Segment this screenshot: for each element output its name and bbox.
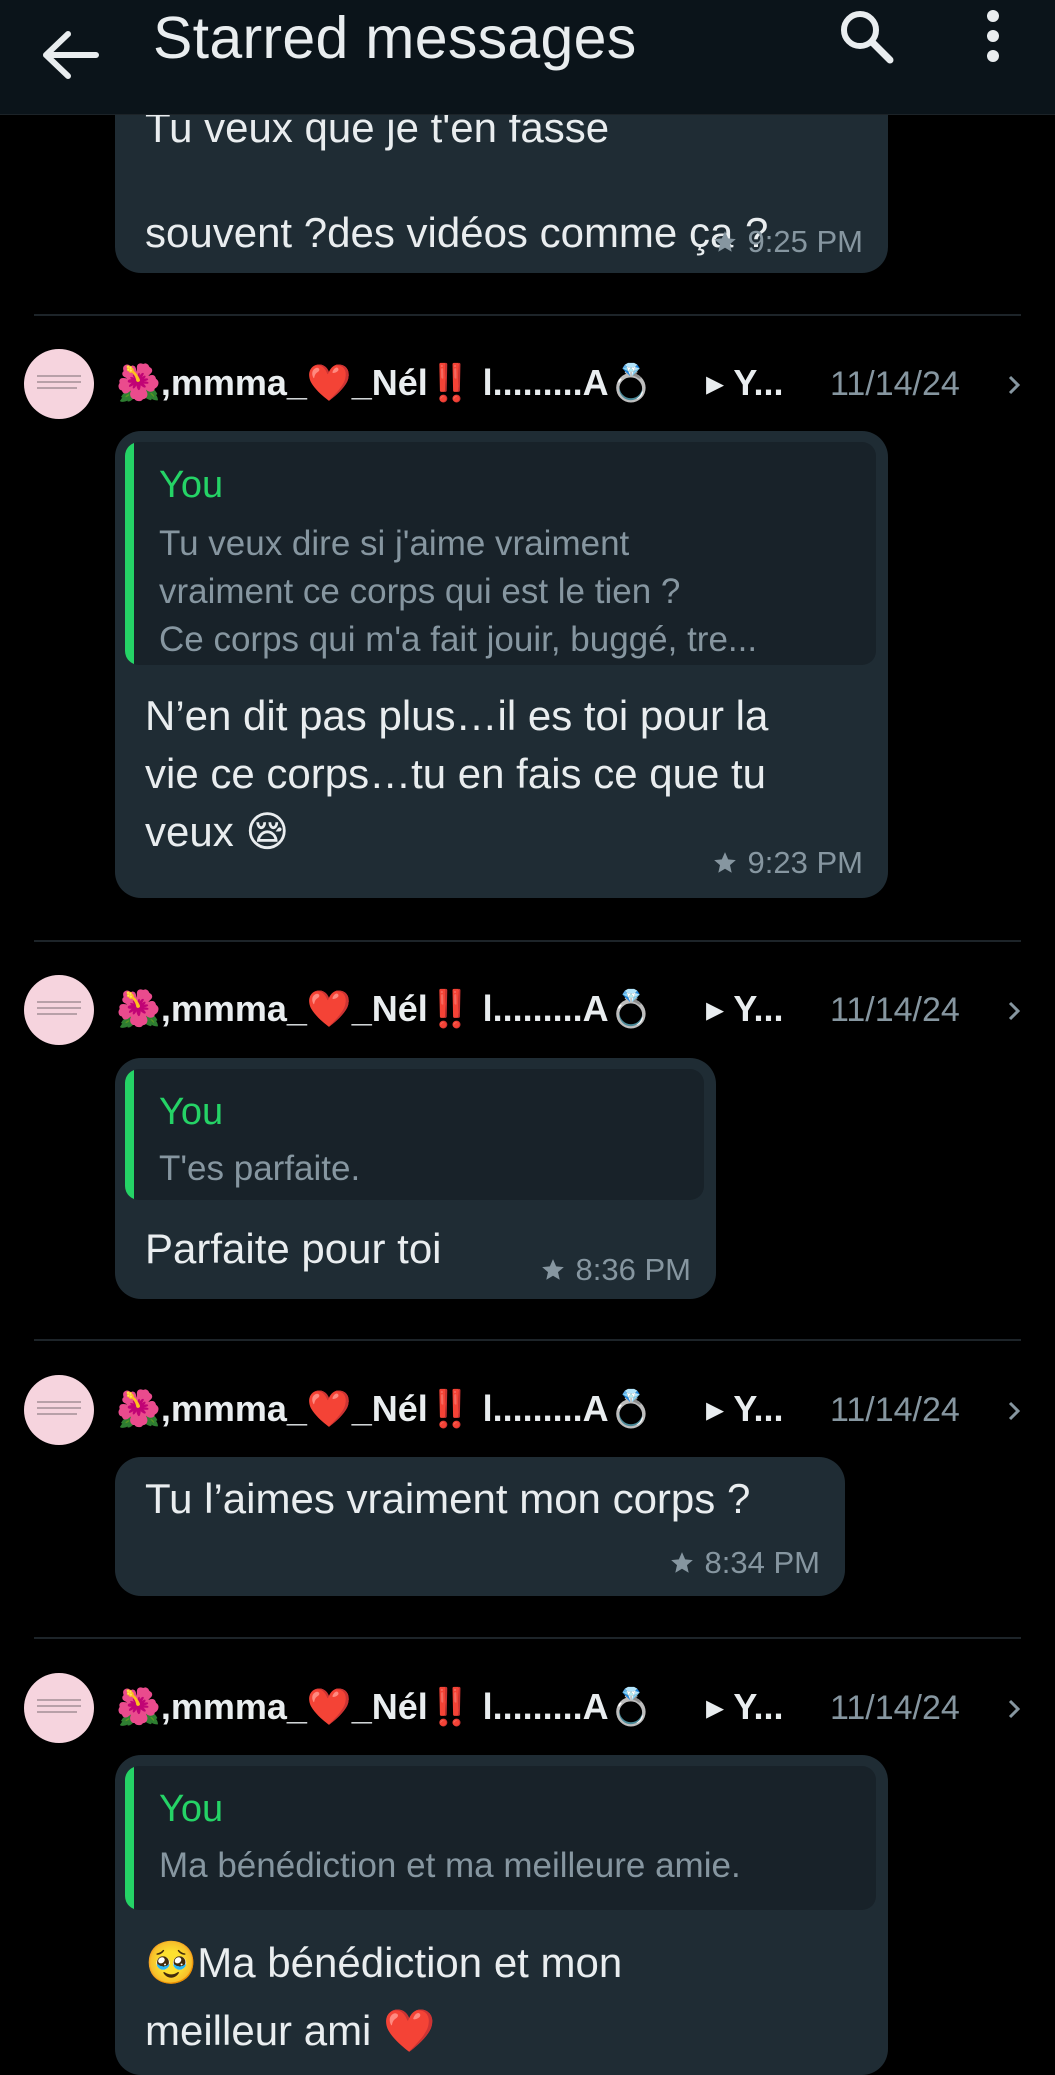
chevron-right-icon[interactable] bbox=[1004, 1694, 1026, 1724]
arrow-back-icon[interactable] bbox=[42, 30, 102, 80]
message-meta: 9:23 PM bbox=[712, 845, 863, 881]
recipient-name: ▸ Y... bbox=[706, 362, 784, 403]
message-meta: 9:25 PM bbox=[712, 224, 863, 260]
avatar[interactable] bbox=[24, 349, 94, 419]
divider bbox=[34, 1339, 1021, 1341]
quoted-message[interactable]: You Tu veux dire si j'aime vraiment vrai… bbox=[125, 442, 876, 665]
divider bbox=[34, 940, 1021, 942]
page-title: Starred messages bbox=[153, 5, 637, 71]
message-date: 11/14/24 bbox=[830, 365, 960, 403]
quote-author: You bbox=[159, 1091, 224, 1133]
recipient-name: ▸ Y... bbox=[706, 1686, 784, 1727]
quote-text: Tu veux dire si j'aime vraiment vraiment… bbox=[159, 524, 758, 659]
message-meta: 8:36 PM bbox=[540, 1252, 691, 1288]
message-time: 8:36 PM bbox=[575, 1252, 691, 1287]
chevron-right-icon[interactable] bbox=[1004, 1396, 1026, 1426]
quoted-message[interactable]: You T'es parfaite. bbox=[125, 1069, 704, 1200]
star-icon bbox=[713, 852, 736, 873]
message-date: 11/14/24 bbox=[830, 991, 960, 1029]
avatar[interactable] bbox=[24, 1375, 94, 1445]
message-time: 8:34 PM bbox=[704, 1545, 820, 1580]
message-time: 9:25 PM bbox=[747, 224, 863, 259]
message-time: 9:23 PM bbox=[747, 845, 863, 880]
avatar[interactable] bbox=[24, 975, 94, 1045]
quote-bar bbox=[125, 442, 134, 665]
message-date: 11/14/24 bbox=[830, 1391, 960, 1429]
message-bubble[interactable]: You T'es parfaite. Parfaite pour toi 8:3… bbox=[115, 1058, 716, 1299]
divider bbox=[34, 314, 1021, 316]
quoted-message[interactable]: You Ma bénédiction et ma meilleure amie. bbox=[125, 1766, 876, 1910]
quote-author: You bbox=[159, 1788, 224, 1830]
star-icon bbox=[670, 1552, 693, 1573]
conversation-name: 🌺,mmma_❤️_Nél‼️ l.........A💍 bbox=[116, 362, 654, 403]
chevron-right-icon[interactable] bbox=[1004, 996, 1026, 1026]
message-date: 11/14/24 bbox=[830, 1689, 960, 1727]
message-text: souvent ?des vidéos comme ça ? bbox=[145, 209, 769, 256]
message-text: 🥹Ma bénédiction et mon meilleur ami ❤️ bbox=[145, 1939, 623, 2054]
avatar[interactable] bbox=[24, 1673, 94, 1743]
quote-bar bbox=[125, 1766, 134, 1910]
more-vert-icon[interactable] bbox=[978, 6, 1008, 66]
recipient-name: ▸ Y... bbox=[706, 1388, 784, 1429]
message-bubble[interactable]: You Ma bénédiction et ma meilleure amie.… bbox=[115, 1755, 888, 2075]
app-bar: Starred messages bbox=[0, 0, 1055, 115]
quote-text: T'es parfaite. bbox=[159, 1149, 361, 1188]
quote-text: Ma bénédiction et ma meilleure amie. bbox=[159, 1846, 741, 1885]
message-text: Parfaite pour toi bbox=[145, 1225, 442, 1272]
message-text: Tu l’aimes vraiment mon corps ? bbox=[145, 1475, 751, 1522]
conversation-name: 🌺,mmma_❤️_Nél‼️ l.........A💍 bbox=[116, 1388, 654, 1429]
quote-author: You bbox=[159, 464, 224, 506]
message-bubble[interactable]: You Tu veux dire si j'aime vraiment vrai… bbox=[115, 431, 888, 898]
message-text: N’en dit pas plus…il es toi pour la vie … bbox=[145, 692, 769, 855]
message-bubble[interactable]: Tu l’aimes vraiment mon corps ? 8:34 PM bbox=[115, 1457, 845, 1596]
star-icon bbox=[541, 1259, 564, 1280]
quote-bar bbox=[125, 1069, 134, 1200]
conversation-name: 🌺,mmma_❤️_Nél‼️ l.........A💍 bbox=[116, 1686, 654, 1727]
conversation-name: 🌺,mmma_❤️_Nél‼️ l.........A💍 bbox=[116, 988, 654, 1029]
chevron-right-icon[interactable] bbox=[1004, 370, 1026, 400]
search-icon[interactable] bbox=[836, 6, 896, 66]
message-meta: 8:34 PM bbox=[669, 1545, 820, 1581]
star-icon bbox=[713, 231, 736, 252]
divider bbox=[34, 1637, 1021, 1639]
recipient-name: ▸ Y... bbox=[706, 988, 784, 1029]
